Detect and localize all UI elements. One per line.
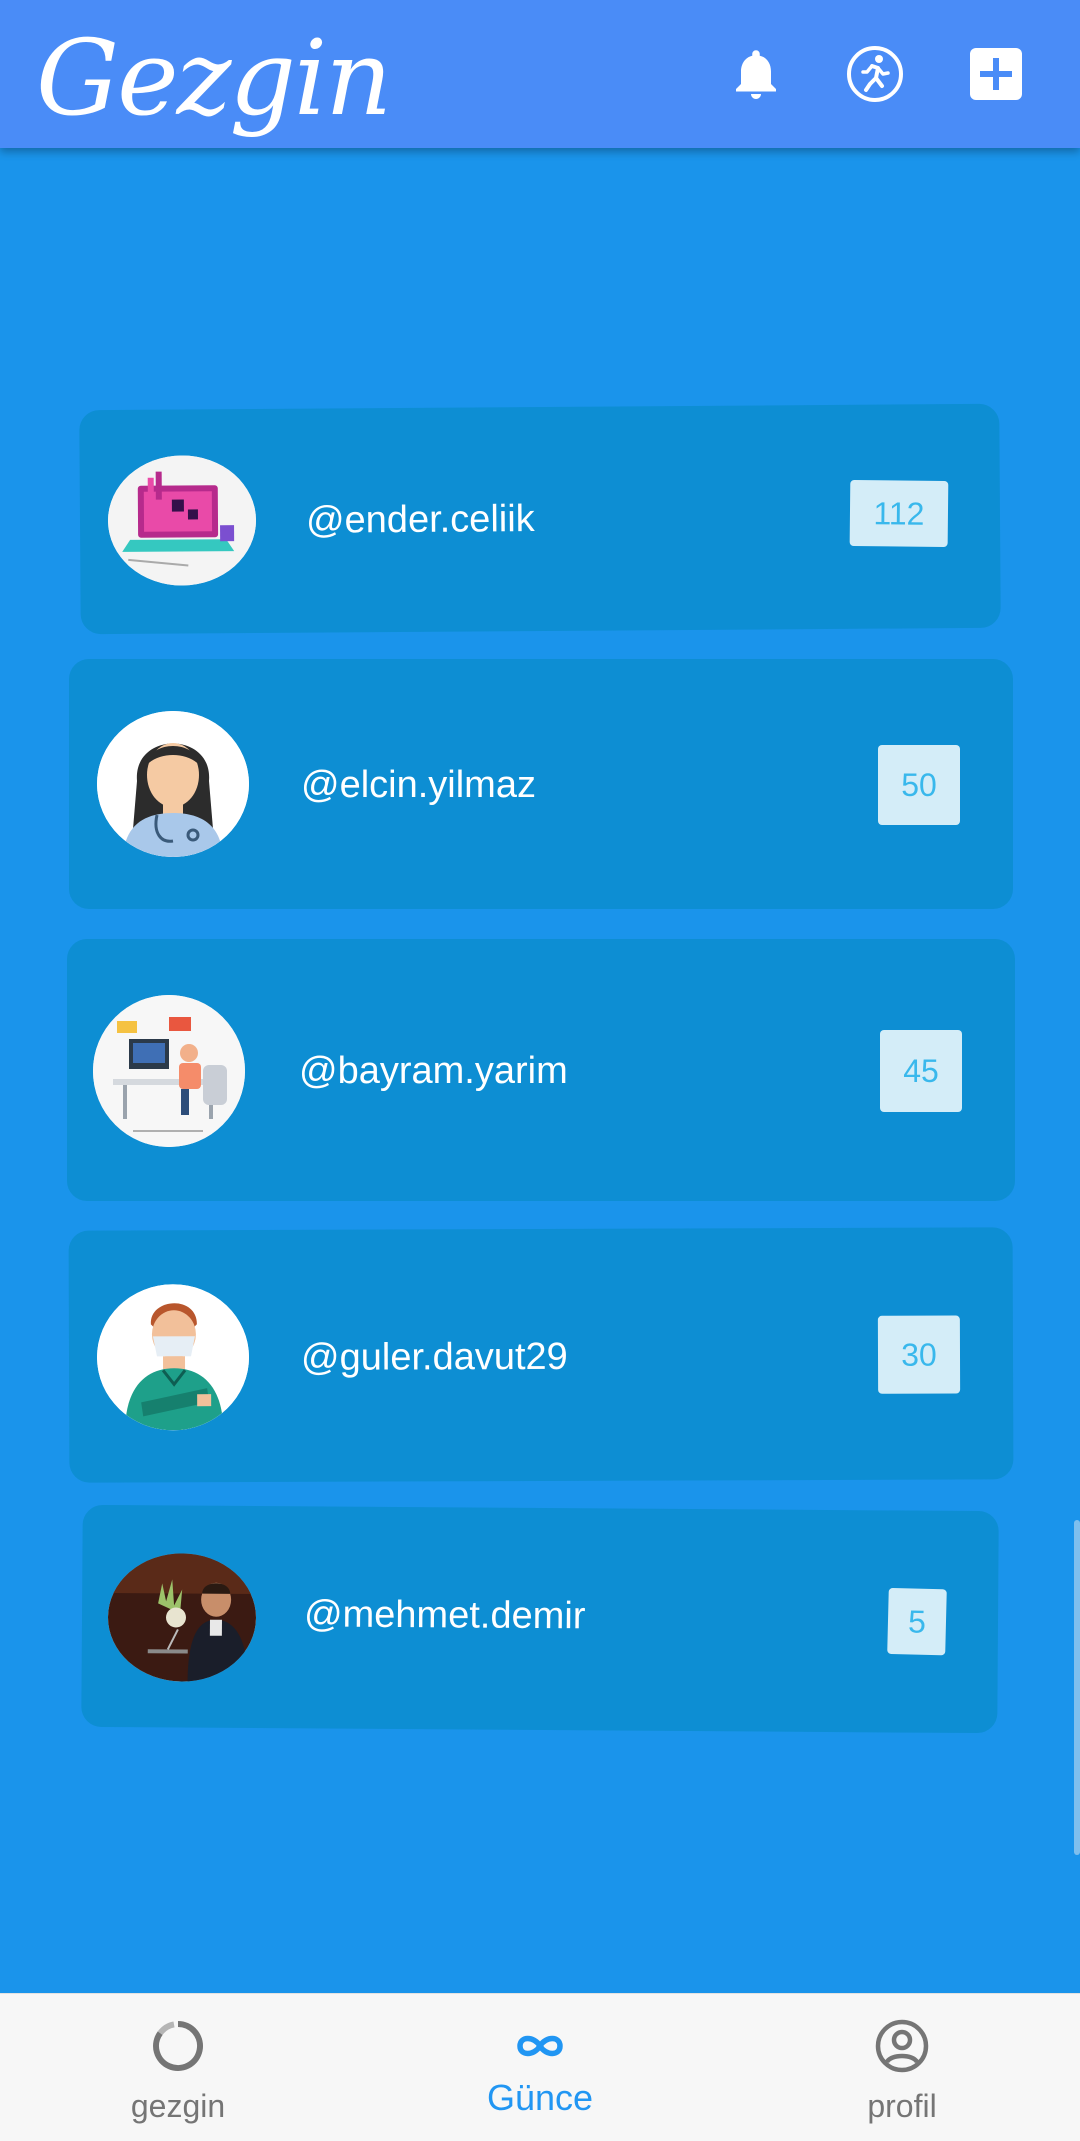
nav-item-profil[interactable]: profil xyxy=(802,1994,1002,2141)
score-badge: 45 xyxy=(880,1030,962,1112)
user-avatar xyxy=(93,995,245,1147)
username: @mehmet.demir xyxy=(303,1593,586,1638)
scrollbar[interactable] xyxy=(1074,1520,1080,1855)
nav-item-gunce[interactable]: Günce xyxy=(440,1994,640,2141)
list-item[interactable]: @ender.celiik 112 xyxy=(79,403,1001,635)
username: @ender.celiik xyxy=(305,498,535,542)
circle-loader-icon xyxy=(150,2018,206,2074)
leaderboard-list: @ender.celiik 112 @elcin.yilmaz 50 @bayr… xyxy=(0,0,1080,2140)
notification-bell-icon[interactable] xyxy=(726,44,786,104)
list-item[interactable]: @mehmet.demir 5 xyxy=(81,1504,999,1734)
user-avatar xyxy=(107,1552,257,1683)
add-box-icon[interactable] xyxy=(966,44,1026,104)
nav-label: Günce xyxy=(486,2077,594,2118)
running-person-icon[interactable] xyxy=(845,44,905,104)
app-logo: Gezgin xyxy=(36,17,392,139)
list-item[interactable]: @guler.davut29 30 xyxy=(68,1227,1014,1483)
infinity-icon xyxy=(512,2018,568,2074)
score-badge: 112 xyxy=(849,479,949,548)
score-badge: 30 xyxy=(877,1315,961,1394)
user-avatar xyxy=(107,454,257,587)
list-item[interactable]: @elcin.yilmaz 50 xyxy=(69,659,1013,909)
user-avatar xyxy=(97,711,249,857)
score-badge: 50 xyxy=(878,745,960,825)
username: @guler.davut29 xyxy=(300,1335,568,1379)
nav-label: gezgin xyxy=(130,2088,226,2124)
user-avatar xyxy=(96,1284,250,1431)
score-badge: 5 xyxy=(887,1587,947,1656)
username: @elcin.yilmaz xyxy=(301,764,536,806)
nav-item-gezgin[interactable]: gezgin xyxy=(78,1994,278,2141)
nav-label: profil xyxy=(867,2088,937,2124)
account-circle-icon xyxy=(874,2018,930,2074)
username: @bayram.yarim xyxy=(299,1050,568,1092)
app-bar: Gezgin xyxy=(0,0,1080,148)
list-item[interactable]: @bayram.yarim 45 xyxy=(67,939,1015,1201)
bottom-navigation: gezgin Günce profil xyxy=(0,1993,1080,2141)
